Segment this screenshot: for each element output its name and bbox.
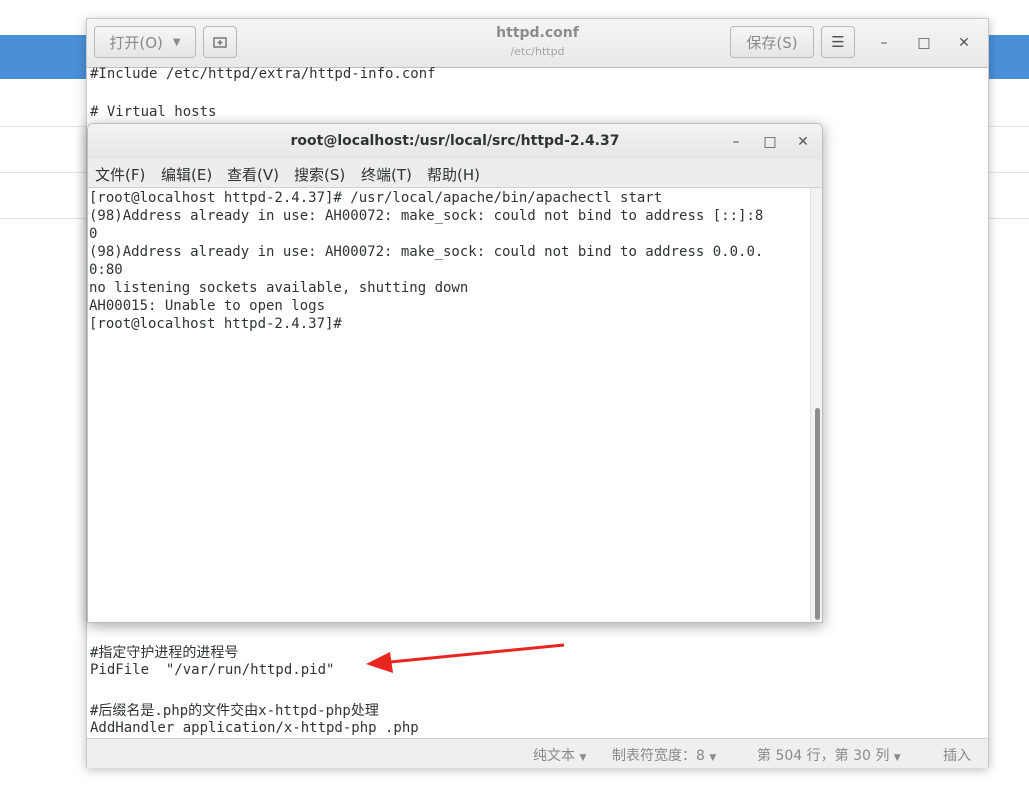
annotation-arrow	[366, 643, 565, 673]
